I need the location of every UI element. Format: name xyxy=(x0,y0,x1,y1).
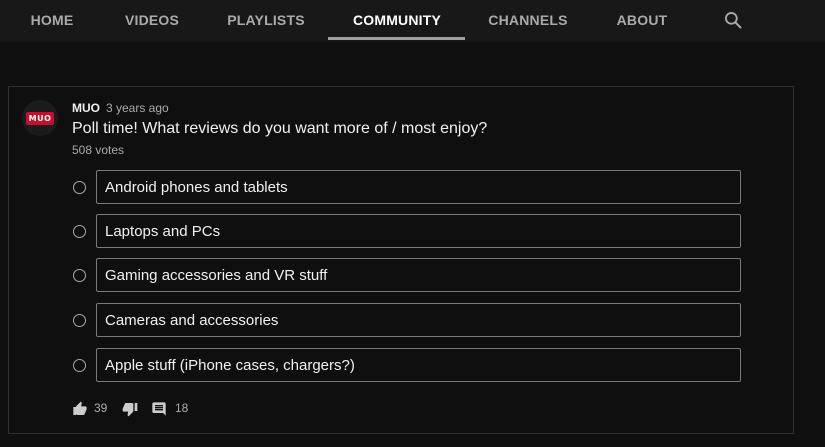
thumbs-down-icon xyxy=(122,403,138,417)
tab-home[interactable]: HOME xyxy=(14,0,90,40)
comment-button[interactable] xyxy=(151,401,167,417)
tab-channels[interactable]: CHANNELS xyxy=(482,0,574,40)
post-text: Poll time! What reviews do you want more… xyxy=(72,120,488,137)
avatar[interactable]: MUO xyxy=(22,100,58,136)
search-button[interactable] xyxy=(718,5,748,35)
poll-option-label: Laptops and PCs xyxy=(105,222,221,240)
post-author[interactable]: MUO xyxy=(72,101,100,115)
like-count: 39 xyxy=(94,401,108,415)
poll-option-label: Gaming accessories and VR stuff xyxy=(105,266,328,284)
tab-about[interactable]: ABOUT xyxy=(604,0,680,40)
poll-option-radio-5[interactable] xyxy=(73,359,86,372)
active-tab-indicator xyxy=(328,37,465,40)
tab-community[interactable]: COMMUNITY xyxy=(340,0,454,40)
channel-tab-bar: HOME VIDEOS PLAYLISTS COMMUNITY CHANNELS… xyxy=(0,0,825,42)
poll-option-radio-4[interactable] xyxy=(73,314,86,327)
poll-option-label: Apple stuff (iPhone cases, chargers?) xyxy=(105,356,355,374)
thumbs-up-icon xyxy=(73,401,87,415)
poll-option-1[interactable]: Android phones and tablets xyxy=(96,170,741,204)
comment-icon xyxy=(152,402,166,416)
poll-option-4[interactable]: Cameras and accessories xyxy=(96,303,741,337)
poll-option-2[interactable]: Laptops and PCs xyxy=(96,214,741,248)
like-button[interactable] xyxy=(72,401,88,417)
search-icon xyxy=(725,12,742,29)
poll-option-3[interactable]: Gaming accessories and VR stuff xyxy=(96,258,741,292)
poll-option-radio-2[interactable] xyxy=(73,225,86,238)
poll-option-radio-3[interactable] xyxy=(73,269,86,282)
comment-count: 18 xyxy=(175,401,189,415)
tab-playlists[interactable]: PLAYLISTS xyxy=(220,0,312,40)
poll-vote-count: 508 votes xyxy=(72,143,125,157)
poll-option-label: Cameras and accessories xyxy=(105,311,279,329)
poll-option-label: Android phones and tablets xyxy=(105,178,288,196)
post-timestamp[interactable]: 3 years ago xyxy=(106,101,169,115)
poll-option-5[interactable]: Apple stuff (iPhone cases, chargers?) xyxy=(96,348,741,382)
tab-videos[interactable]: VIDEOS xyxy=(114,0,190,40)
poll-option-radio-1[interactable] xyxy=(73,181,86,194)
muo-logo: MUO xyxy=(26,111,54,125)
dislike-button[interactable] xyxy=(122,401,138,417)
